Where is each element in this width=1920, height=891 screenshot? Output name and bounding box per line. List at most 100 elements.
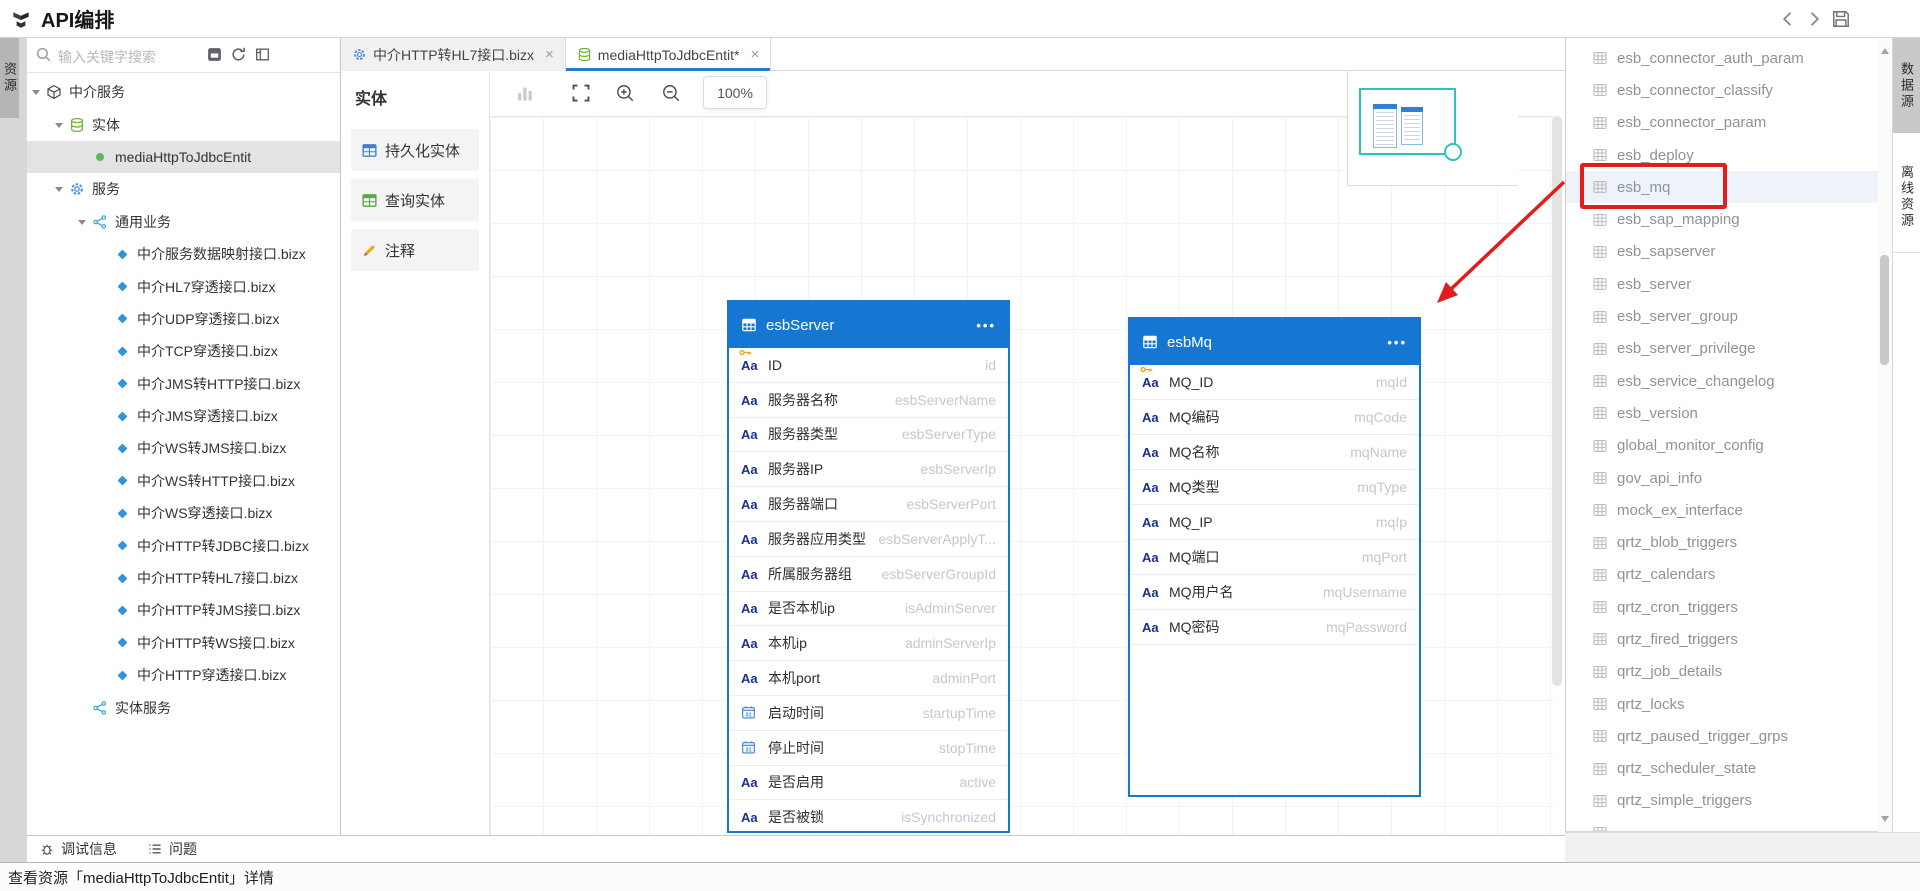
table-list-item[interactable]: esb_connector_auth_param: [1566, 42, 1878, 74]
table-list-item[interactable]: [1566, 817, 1878, 832]
import-icon[interactable]: [206, 46, 223, 63]
entity-field-row[interactable]: Aa MQ类型 mqType: [1130, 470, 1419, 505]
tree-item[interactable]: 中介UDP穿透接口.bizx: [27, 303, 340, 335]
entity-field-row[interactable]: Aa 服务器IP esbServerIp: [729, 452, 1008, 487]
left-rail-tab-resources[interactable]: 资源: [0, 38, 19, 118]
tree-item[interactable]: 中介HTTP转JDBC接口.bizx: [27, 529, 340, 561]
table-list-item[interactable]: qrtz_blob_triggers: [1566, 526, 1878, 558]
collapse-panel-icon[interactable]: [254, 46, 271, 63]
scroll-up-icon[interactable]: [1881, 44, 1889, 54]
table-list-item[interactable]: esb_server_group: [1566, 300, 1878, 332]
table-list-item[interactable]: qrtz_job_details: [1566, 656, 1878, 688]
tree-item[interactable]: 中介HTTP穿透接口.bizx: [27, 659, 340, 691]
entity-field-row[interactable]: Aa ID id: [729, 348, 1008, 383]
refresh-icon[interactable]: [230, 46, 247, 63]
tree-item[interactable]: 中介JMS穿透接口.bizx: [27, 400, 340, 432]
tree-item[interactable]: 中介HTTP转HL7接口.bizx: [27, 562, 340, 594]
table-list-item[interactable]: qrtz_locks: [1566, 688, 1878, 720]
entity-card-header[interactable]: esbServer: [729, 302, 1008, 348]
tree-item[interactable]: 服务: [27, 173, 340, 205]
table-list-item[interactable]: qrtz_cron_triggers: [1566, 591, 1878, 623]
scroll-down-icon[interactable]: [1881, 816, 1889, 826]
table-list-item[interactable]: esb_connector_param: [1566, 107, 1878, 139]
zoom-out-icon[interactable]: [661, 83, 681, 103]
entity-field-row[interactable]: Aa MQ编码 mqCode: [1130, 400, 1419, 435]
entity-field-row[interactable]: Aa 所属服务器组 esbServerGroupId: [729, 557, 1008, 592]
table-list-item[interactable]: esb_version: [1566, 397, 1878, 429]
close-icon[interactable]: ×: [750, 47, 759, 62]
tree-item[interactable]: 中介HTTP转WS接口.bizx: [27, 627, 340, 659]
entity-field-row[interactable]: Aa 是否本机ip isAdminServer: [729, 592, 1008, 627]
editor-tab[interactable]: mediaHttpToJdbcEntit* ×: [566, 38, 771, 71]
minimap-zoom-handle[interactable]: [1444, 143, 1462, 161]
right-rail-tab[interactable]: 数据源: [1893, 38, 1920, 133]
tree-item[interactable]: 实体: [27, 108, 340, 140]
tree-item[interactable]: mediaHttpToJdbcEntit: [27, 141, 340, 173]
expander-icon[interactable]: [52, 117, 68, 133]
save-icon[interactable]: [1831, 9, 1851, 29]
entity-field-row[interactable]: Aa MQ密码 mqPassword: [1130, 610, 1419, 645]
table-list-item[interactable]: qrtz_scheduler_state: [1566, 753, 1878, 785]
palette-item[interactable]: 持久化实体: [351, 129, 479, 171]
entity-field-row[interactable]: Aa MQ端口 mqPort: [1130, 540, 1419, 575]
scrollbar-thumb[interactable]: [1880, 255, 1889, 365]
tree-item[interactable]: 中介服务: [27, 76, 340, 108]
entity-field-row[interactable]: 31 启动时间 startupTime: [729, 696, 1008, 731]
table-list-item[interactable]: qrtz_fired_triggers: [1566, 623, 1878, 655]
table-list-item[interactable]: qrtz_simple_triggers: [1566, 785, 1878, 817]
entity-field-row[interactable]: Aa 服务器端口 esbServerPort: [729, 487, 1008, 522]
table-list-item[interactable]: qrtz_paused_trigger_grps: [1566, 720, 1878, 752]
entity-field-row[interactable]: Aa 本机ip adminServerIp: [729, 626, 1008, 661]
zoom-level[interactable]: 100%: [703, 76, 767, 109]
tree-item[interactable]: 中介HL7穿透接口.bizx: [27, 270, 340, 302]
card-menu-icon[interactable]: [976, 318, 996, 333]
canvas-scrollbar[interactable]: [1552, 116, 1562, 686]
table-list-item[interactable]: global_monitor_config: [1566, 430, 1878, 462]
card-menu-icon[interactable]: [1387, 335, 1407, 350]
search-input[interactable]: 输入关键字搜索: [27, 38, 340, 73]
close-icon[interactable]: ×: [545, 47, 554, 62]
palette-item[interactable]: 注释: [351, 229, 479, 271]
expander-icon[interactable]: [52, 181, 68, 197]
bottom-toolbar-item[interactable]: 问题: [147, 839, 197, 859]
tree-item[interactable]: 中介JMS转HTTP接口.bizx: [27, 368, 340, 400]
table-list-item[interactable]: qrtz_calendars: [1566, 559, 1878, 591]
entity-field-row[interactable]: 31 停止时间 stopTime: [729, 731, 1008, 766]
palette-item[interactable]: 查询实体: [351, 179, 479, 221]
tree-item[interactable]: 中介TCP穿透接口.bizx: [27, 335, 340, 367]
table-list-item[interactable]: esb_service_changelog: [1566, 365, 1878, 397]
fullscreen-icon[interactable]: [571, 83, 591, 103]
tree-item[interactable]: 实体服务: [27, 691, 340, 723]
table-list-item[interactable]: esb_server: [1566, 268, 1878, 300]
expander-icon[interactable]: [29, 84, 45, 100]
expander-icon[interactable]: [75, 214, 91, 230]
table-list-item[interactable]: gov_api_info: [1566, 462, 1878, 494]
entity-field-row[interactable]: Aa MQ名称 mqName: [1130, 435, 1419, 470]
tree-item[interactable]: 中介WS转JMS接口.bizx: [27, 432, 340, 464]
entity-card-header[interactable]: esbMq: [1130, 319, 1419, 365]
chart-icon[interactable]: [515, 83, 535, 103]
minimap[interactable]: [1347, 71, 1518, 186]
nav-back-icon[interactable]: [1778, 9, 1798, 29]
table-list-item[interactable]: esb_sapserver: [1566, 236, 1878, 268]
entity-field-row[interactable]: Aa 本机port adminPort: [729, 661, 1008, 696]
tree-item[interactable]: 中介WS转HTTP接口.bizx: [27, 465, 340, 497]
entity-field-row[interactable]: Aa 服务器名称 esbServerName: [729, 383, 1008, 418]
entity-field-row[interactable]: Aa 是否被锁 isSynchronized: [729, 800, 1008, 833]
nav-forward-icon[interactable]: [1804, 9, 1824, 29]
entity-field-row[interactable]: Aa MQ_IP mqIp: [1130, 505, 1419, 540]
entity-field-row[interactable]: Aa MQ用户名 mqUsername: [1130, 575, 1419, 610]
entity-field-row[interactable]: Aa 服务器类型 esbServerType: [729, 418, 1008, 453]
right-rail-tab[interactable]: 离线资源: [1893, 141, 1920, 253]
entity-field-row[interactable]: Aa 服务器应用类型 esbServerApplyT...: [729, 522, 1008, 557]
entity-field-row[interactable]: Aa 是否启用 active: [729, 766, 1008, 801]
tree-item[interactable]: 中介HTTP转JMS接口.bizx: [27, 594, 340, 626]
right-scrollbar[interactable]: [1878, 38, 1892, 832]
tree-item[interactable]: 通用业务: [27, 206, 340, 238]
table-list-item[interactable]: mock_ex_interface: [1566, 494, 1878, 526]
entity-field-row[interactable]: Aa MQ_ID mqId: [1130, 365, 1419, 400]
entity-card[interactable]: esbMq Aa MQ_ID mqId Aa MQ编码 mqCode: [1128, 317, 1421, 797]
table-list-item[interactable]: esb_server_privilege: [1566, 333, 1878, 365]
zoom-in-icon[interactable]: [615, 83, 635, 103]
bottom-toolbar-item[interactable]: 调试信息: [39, 839, 117, 859]
